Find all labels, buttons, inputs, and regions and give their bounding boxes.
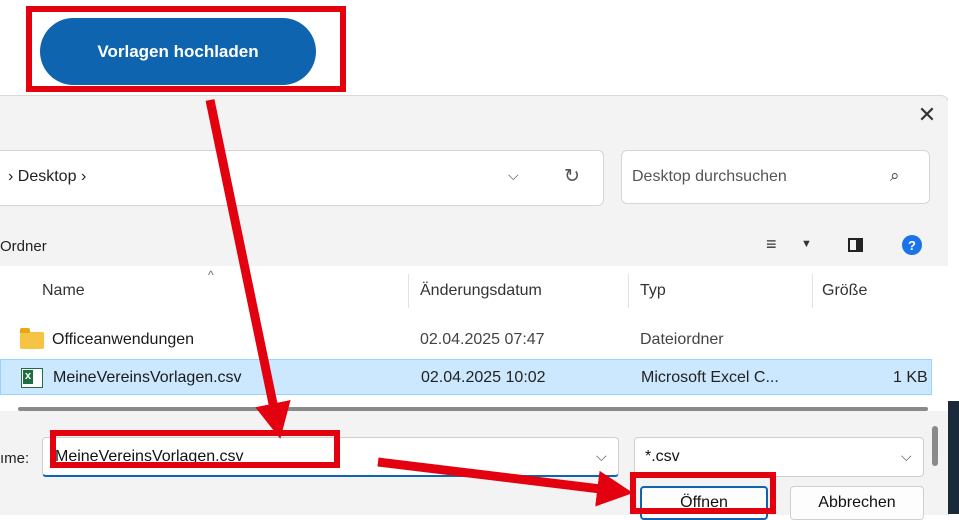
background-dark-panel xyxy=(948,401,959,514)
background-page-strip xyxy=(948,95,959,514)
search-icon[interactable]: ⌕ xyxy=(890,166,900,186)
file-open-dialog: ✕ › Desktop › ⌵ ↻ Desktop durchsuchen ⌕ … xyxy=(0,95,949,520)
file-type: Dateiordner xyxy=(640,331,724,348)
filename-value: MeineVereinsVorlagen.csv xyxy=(55,448,244,465)
file-name: MeineVereinsVorlagen.csv xyxy=(53,369,242,386)
breadcrumb[interactable]: › Desktop › xyxy=(8,168,86,186)
column-separator[interactable] xyxy=(812,274,813,308)
column-separator[interactable] xyxy=(408,274,409,308)
column-header-modified[interactable]: Änderungsdatum xyxy=(420,266,542,316)
filename-label: ıme: xyxy=(0,450,30,467)
filetype-value: *.csv xyxy=(645,448,680,465)
file-list: ^ Name Änderungsdatum Typ Größe Officean… xyxy=(0,266,948,466)
file-type: Microsoft Excel C... xyxy=(641,369,779,386)
breadcrumb-separator: › xyxy=(8,168,14,185)
file-modified: 02.04.2025 10:02 xyxy=(421,369,546,386)
sort-caret-icon: ^ xyxy=(208,268,214,282)
horizontal-scrollbar[interactable] xyxy=(18,407,928,411)
filetype-select[interactable]: *.csv ⌵ xyxy=(634,437,924,477)
file-name: Officeanwendungen xyxy=(52,331,195,348)
filetype-dropdown-icon[interactable]: ⌵ xyxy=(901,448,912,465)
list-item-selected[interactable]: MeineVereinsVorlagen.csv 02.04.2025 10:0… xyxy=(0,359,932,395)
search-placeholder: Desktop durchsuchen xyxy=(632,168,787,185)
view-options-icon[interactable]: ≡ xyxy=(766,234,777,255)
view-dropdown-icon[interactable]: ▼ xyxy=(801,238,812,250)
file-modified: 02.04.2025 07:47 xyxy=(420,331,545,348)
address-dropdown-icon[interactable]: ⌵ xyxy=(508,167,519,184)
close-icon[interactable]: ✕ xyxy=(916,104,938,126)
upload-area: Vorlagen hochladen xyxy=(0,0,959,95)
column-separator[interactable] xyxy=(628,274,629,308)
folder-icon xyxy=(20,328,44,349)
column-header-name[interactable]: Name xyxy=(42,266,85,316)
open-button[interactable]: Öffnen xyxy=(640,486,768,520)
dialog-toolbar: Ordner ≡ ▼ ? xyxy=(0,226,948,266)
breadcrumb-desktop[interactable]: Desktop xyxy=(18,168,77,185)
filename-dropdown-icon[interactable]: ⌵ xyxy=(596,448,607,465)
vertical-scrollbar[interactable] xyxy=(932,426,938,466)
upload-templates-button[interactable]: Vorlagen hochladen xyxy=(40,18,316,85)
filename-input[interactable]: MeineVereinsVorlagen.csv ⌵ xyxy=(42,437,619,477)
excel-file-icon xyxy=(21,368,43,388)
new-folder-button[interactable]: Ordner xyxy=(0,238,47,255)
column-header-size[interactable]: Größe xyxy=(822,266,867,316)
help-icon[interactable]: ? xyxy=(902,235,922,255)
search-input[interactable]: Desktop durchsuchen ⌕ xyxy=(621,150,930,204)
list-item[interactable]: Officeanwendungen 02.04.2025 07:47 Datei… xyxy=(0,322,932,358)
file-size: 1 KB xyxy=(893,369,928,386)
breadcrumb-separator-end: › xyxy=(80,168,87,185)
column-header-type[interactable]: Typ xyxy=(640,266,666,316)
preview-pane-icon[interactable] xyxy=(848,238,863,252)
refresh-icon[interactable]: ↻ xyxy=(564,165,580,188)
cancel-button[interactable]: Abbrechen xyxy=(790,486,924,520)
address-bar[interactable]: › Desktop › ⌵ ↻ xyxy=(0,150,604,206)
